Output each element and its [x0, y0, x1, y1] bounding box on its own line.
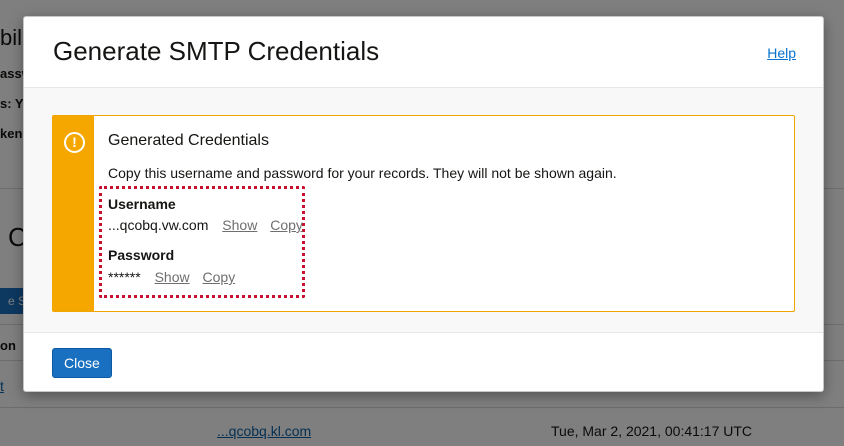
- password-copy-link[interactable]: Copy: [203, 269, 236, 285]
- help-link[interactable]: Help: [767, 45, 796, 61]
- dialog-title: Generate SMTP Credentials: [53, 36, 380, 66]
- dialog-header: Generate SMTP Credentials Help: [24, 17, 823, 88]
- alert-stripe: !: [53, 116, 94, 311]
- password-label: Password: [108, 247, 175, 263]
- alert-title: Generated Credentials: [108, 132, 269, 149]
- username-label: Username: [108, 196, 176, 212]
- username-copy-link[interactable]: Copy: [270, 217, 303, 233]
- password-row: ****** Show Copy: [108, 269, 244, 285]
- username-value: ...qcobq.vw.com: [108, 217, 209, 233]
- warning-circle-icon: !: [64, 132, 85, 153]
- close-button[interactable]: Close: [52, 348, 112, 378]
- username-show-link[interactable]: Show: [222, 217, 257, 233]
- dialog-body: ! Generated Credentials Copy this userna…: [24, 88, 823, 333]
- password-value: ******: [108, 269, 141, 285]
- dialog-footer: Close: [24, 333, 823, 391]
- alert-message: Copy this username and password for your…: [108, 165, 617, 181]
- username-row: ...qcobq.vw.com Show Copy: [108, 217, 312, 233]
- smtp-credentials-dialog: Generate SMTP Credentials Help ! Generat…: [23, 16, 824, 392]
- credentials-alert: ! Generated Credentials Copy this userna…: [52, 115, 795, 312]
- password-show-link[interactable]: Show: [155, 269, 190, 285]
